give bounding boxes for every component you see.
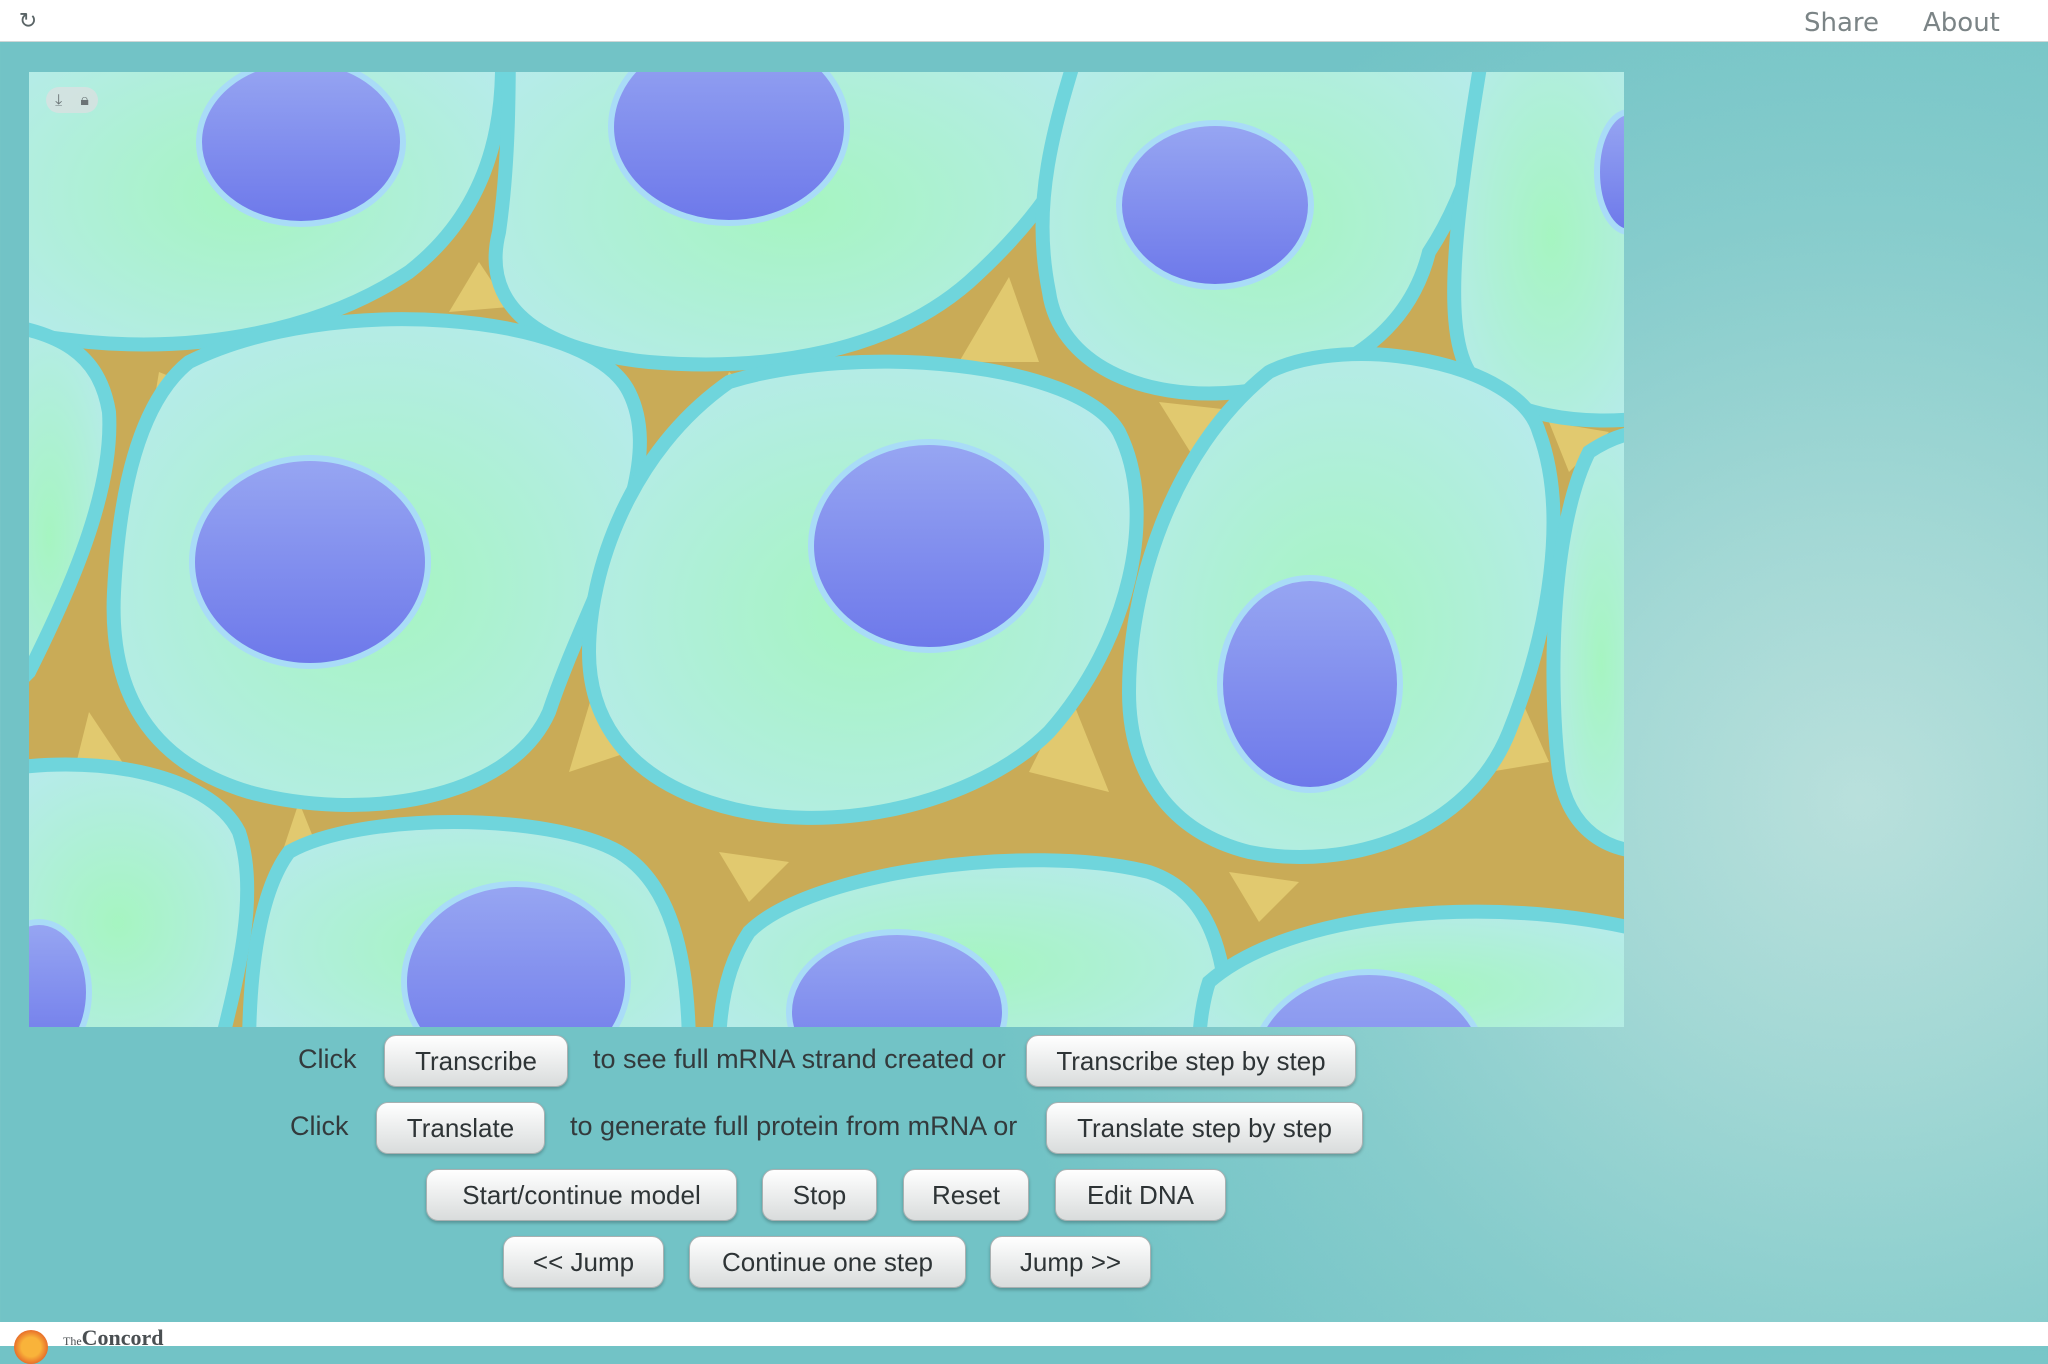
row2-text: to generate full protein from mRNA or [570, 1111, 1018, 1141]
reload-icon[interactable]: ↻ [16, 10, 40, 34]
model-corner-controls: ⤓ 🔒︎ [46, 87, 98, 113]
translate-button[interactable]: Translate [376, 1102, 545, 1154]
row1-prefix: Click [298, 1044, 357, 1074]
footer-brand[interactable]: TheConcord [63, 1325, 164, 1351]
start-continue-button[interactable]: Start/continue model [426, 1169, 737, 1221]
transcribe-button[interactable]: Transcribe [384, 1035, 568, 1087]
nucleus[interactable] [1116, 120, 1314, 290]
nucleus[interactable] [196, 72, 406, 227]
footer: TheConcord [0, 1322, 2048, 1364]
translate-step-button[interactable]: Translate step by step [1046, 1102, 1363, 1154]
nucleus[interactable] [189, 455, 431, 669]
jump-back-button[interactable]: << Jump [503, 1236, 664, 1288]
row2-prefix: Click [290, 1111, 349, 1141]
about-link[interactable]: About [1923, 8, 2000, 38]
cell-model-view[interactable]: ⤓ 🔒︎ [29, 72, 1624, 1027]
nucleus[interactable] [808, 439, 1050, 653]
share-link[interactable]: Share [1804, 8, 1879, 38]
concord-sun-icon [14, 1330, 48, 1364]
brand-name: Concord [81, 1325, 164, 1350]
row1-text: to see full mRNA strand created or [593, 1044, 1006, 1074]
reset-button[interactable]: Reset [903, 1169, 1029, 1221]
stop-button[interactable]: Stop [762, 1169, 877, 1221]
jump-forward-button[interactable]: Jump >> [990, 1236, 1151, 1288]
download-icon[interactable]: ⤓ [55, 90, 62, 110]
top-bar: ↻ Share About [0, 0, 2048, 42]
lock-icon[interactable]: 🔒︎ [80, 90, 89, 110]
transcribe-step-button[interactable]: Transcribe step by step [1026, 1035, 1356, 1087]
edit-dna-button[interactable]: Edit DNA [1055, 1169, 1226, 1221]
nucleus[interactable] [1217, 575, 1403, 793]
cell-model-canvas [29, 72, 1624, 1027]
continue-one-step-button[interactable]: Continue one step [689, 1236, 966, 1288]
